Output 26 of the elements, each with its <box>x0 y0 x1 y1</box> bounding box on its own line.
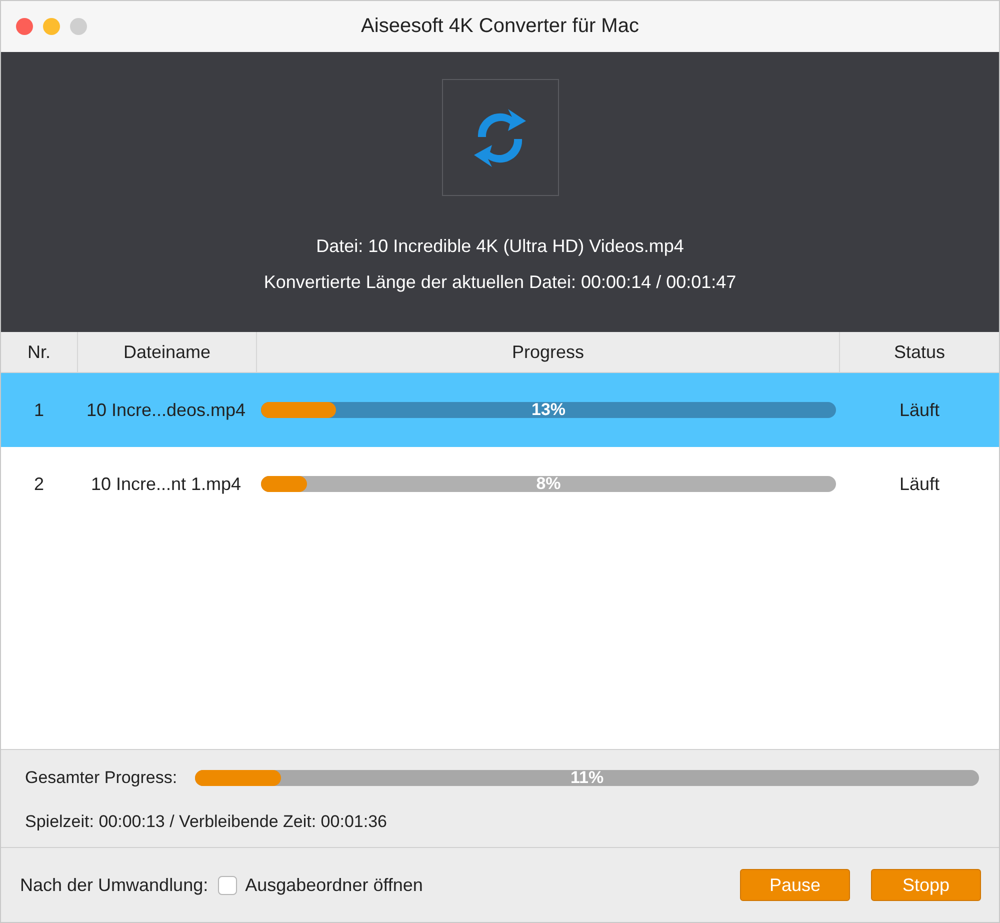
progress-percent: 11% <box>570 770 604 786</box>
table-cell-text: Läuft <box>898 400 941 420</box>
table-cell-text: Läuft <box>898 474 941 494</box>
checkbox-label[interactable]: Ausgabeordner öffnen <box>245 874 423 896</box>
minimize-button[interactable] <box>43 18 60 35</box>
table-cell-text: 10 Incre...nt 1.mp4 <box>90 474 242 494</box>
table-row[interactable]: 1 10 Incre...deos.mp4 13% Läuft <box>1 373 999 447</box>
column-header: Dateiname <box>78 332 257 372</box>
progress-percent: 13% <box>531 402 566 418</box>
window-title: Aiseesoft 4K Converter für Mac <box>361 15 639 38</box>
progress-percent: 8% <box>536 476 561 492</box>
column-header: Nr. <box>1 332 78 372</box>
column-header: Progress <box>257 332 840 372</box>
table-row[interactable]: 2 10 Incre...nt 1.mp4 8% Läuft <box>1 447 999 521</box>
close-button[interactable] <box>16 18 33 35</box>
table-cell-text: 1 <box>32 400 45 420</box>
time-info: Spielzeit: 00:00:13 / Verbleibende Zeit: 00:01:36 <box>25 812 388 832</box>
zoom-button[interactable] <box>70 18 87 35</box>
column-header: Status <box>892 340 946 364</box>
checkbox[interactable] <box>218 876 238 894</box>
overall-progress-label: Gesamter Progress: <box>25 768 178 788</box>
table-cell-text: 2 <box>32 474 45 494</box>
converted-length: Konvertierte Länge der aktuellen Datei: 00:00:14 / 00:01:47 <box>264 271 736 294</box>
file-name: Datei: 10 Incredible 4K (Ultra HD) Videos.mp4 <box>316 235 684 258</box>
after-conversion-label: Nach der Umwandlung: <box>20 874 208 896</box>
table-cell-text: 10 Incre...deos.mp4 <box>85 400 247 420</box>
